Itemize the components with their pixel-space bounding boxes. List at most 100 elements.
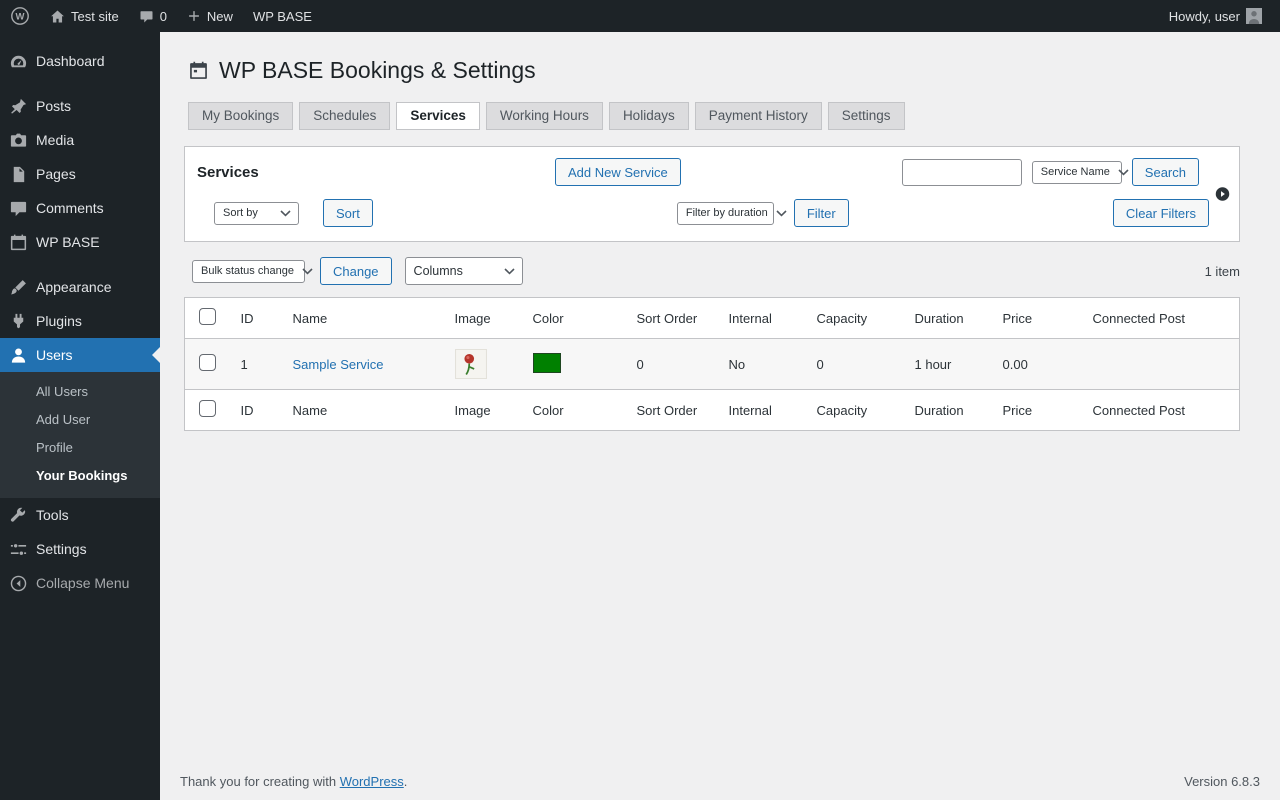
wordpress-link[interactable]: WordPress	[340, 774, 404, 789]
sidebar-item-settings[interactable]: Settings	[0, 532, 160, 566]
tab-services[interactable]: Services	[396, 102, 480, 130]
chevron-down-icon	[776, 209, 787, 217]
table-row: 1 Sample Service 0 No 0 1 hour 0.00	[184, 338, 1240, 390]
bulk-status-change-select[interactable]: Bulk status change	[192, 259, 313, 283]
sidebar-label-collapse-menu: Collapse Menu	[36, 575, 130, 591]
submenu-item-add-user[interactable]: Add User	[0, 406, 160, 434]
filter-by-duration-select-value: Filter by duration	[685, 207, 768, 219]
tab-holidays[interactable]: Holidays	[608, 102, 689, 130]
service-name-link[interactable]: Sample Service	[293, 357, 384, 372]
sidebar-item-posts[interactable]: Posts	[0, 89, 160, 123]
sidebar-label-users: Users	[36, 347, 73, 363]
search-field-select-value: Service Name	[1040, 166, 1110, 178]
comment-icon	[0, 199, 36, 218]
sidebar-label-plugins: Plugins	[36, 313, 82, 329]
footer-thanks-suffix: .	[403, 774, 408, 789]
submenu-item-your-bookings[interactable]: Your Bookings	[0, 462, 160, 490]
col-header-capacity: Capacity	[806, 297, 905, 339]
sidebar-item-appearance[interactable]: Appearance	[0, 270, 160, 304]
sidebar-item-dashboard[interactable]: Dashboard	[0, 44, 160, 78]
comments-admin-bar-link[interactable]: 0	[129, 0, 177, 32]
col-header-color: Color	[522, 297, 627, 339]
search-group: Service Name Search	[901, 158, 1199, 186]
plus-icon	[187, 9, 201, 23]
calendar-icon	[0, 233, 36, 252]
col-footer-price: Price	[992, 389, 1083, 431]
search-field-select[interactable]: Service Name	[1031, 160, 1129, 184]
select-all-checkbox-bottom[interactable]	[199, 400, 216, 417]
col-footer-connected-post: Connected Post	[1082, 389, 1240, 431]
col-header-price: Price	[992, 297, 1083, 339]
search-input[interactable]	[901, 158, 1022, 186]
sidebar-item-comments[interactable]: Comments	[0, 191, 160, 225]
sidebar-label-media: Media	[36, 132, 75, 148]
bookings-page-icon	[188, 60, 209, 81]
select-all-checkbox[interactable]	[199, 308, 216, 325]
comments-count: 0	[159, 8, 167, 24]
change-button[interactable]: Change	[320, 257, 392, 285]
tab-working-hours[interactable]: Working Hours	[485, 102, 603, 130]
tab-bar: My Bookings Schedules Services Working H…	[188, 102, 1240, 130]
col-footer-color: Color	[522, 389, 627, 431]
tools-icon	[0, 506, 36, 525]
sidebar-item-users[interactable]: Users	[0, 338, 160, 372]
tab-payment-history[interactable]: Payment History	[694, 102, 822, 130]
add-new-service-button[interactable]: Add New Service	[555, 158, 681, 186]
tab-settings[interactable]: Settings	[827, 102, 905, 130]
sidebar-item-wp-base[interactable]: WP BASE	[0, 225, 160, 259]
sidebar-separator	[0, 259, 160, 270]
col-header-name: Name	[282, 297, 445, 339]
site-name-link[interactable]: Test site	[40, 0, 129, 32]
col-header-id: ID	[230, 297, 283, 339]
col-footer-internal: Internal	[718, 389, 807, 431]
filter-by-duration-select[interactable]: Filter by duration	[676, 201, 787, 225]
row-checkbox[interactable]	[199, 354, 216, 371]
howdy-label: Howdy, user	[1168, 8, 1240, 24]
svg-text:W: W	[16, 12, 25, 23]
tab-schedules[interactable]: Schedules	[299, 102, 391, 130]
service-price: 0.00	[1002, 356, 1028, 372]
admin-bar-left: W Test site 0 New WP BASE	[0, 0, 322, 32]
pages-icon	[0, 165, 36, 184]
home-icon	[50, 9, 65, 24]
camera-icon	[0, 131, 36, 150]
sidebar-item-media[interactable]: Media	[0, 123, 160, 157]
filter-button[interactable]: Filter	[793, 199, 849, 227]
search-button[interactable]: Search	[1131, 158, 1199, 186]
sort-button[interactable]: Sort	[323, 199, 373, 227]
sidebar-item-pages[interactable]: Pages	[0, 157, 160, 191]
dashboard-icon	[0, 52, 36, 71]
wordpress-logo-menu[interactable]: W	[0, 0, 40, 32]
sidebar-item-tools[interactable]: Tools	[0, 498, 160, 532]
brush-icon	[0, 278, 36, 297]
settings-icon	[0, 540, 36, 559]
col-header-internal: Internal	[718, 297, 807, 339]
submenu-item-all-users[interactable]: All Users	[0, 378, 160, 406]
admin-bar-right: Howdy, user	[1159, 0, 1280, 32]
columns-select[interactable]: Columns	[404, 257, 523, 285]
chevron-down-icon	[302, 267, 313, 275]
clear-filters-button[interactable]: Clear Filters	[1112, 199, 1209, 227]
site-name-label: Test site	[71, 8, 119, 24]
wp-base-admin-bar-link[interactable]: WP BASE	[243, 0, 322, 32]
service-sort-order: 0	[636, 356, 644, 372]
tab-my-bookings[interactable]: My Bookings	[188, 102, 294, 130]
col-footer-sort-order: Sort Order	[626, 389, 719, 431]
panel-toggle-icon[interactable]	[1215, 187, 1230, 202]
col-header-connected-post: Connected Post	[1082, 297, 1240, 339]
sidebar-item-plugins[interactable]: Plugins	[0, 304, 160, 338]
columns-select-value: Columns	[413, 264, 463, 278]
admin-footer: Thank you for creating with WordPress. V…	[180, 774, 1260, 789]
new-content-link[interactable]: New	[177, 0, 243, 32]
sidebar-label-comments: Comments	[36, 200, 104, 216]
col-footer-duration: Duration	[904, 389, 993, 431]
sidebar-label-settings: Settings	[36, 541, 87, 557]
sort-by-select[interactable]: Sort by	[214, 201, 299, 225]
chevron-down-icon	[503, 267, 515, 275]
chevron-down-icon	[280, 209, 291, 217]
submenu-item-profile[interactable]: Profile	[0, 434, 160, 462]
service-duration: 1 hour	[914, 356, 952, 372]
sidebar-item-collapse-menu[interactable]: Collapse Menu	[0, 566, 160, 600]
my-account-link[interactable]: Howdy, user	[1159, 0, 1272, 32]
collapse-icon	[0, 574, 36, 593]
